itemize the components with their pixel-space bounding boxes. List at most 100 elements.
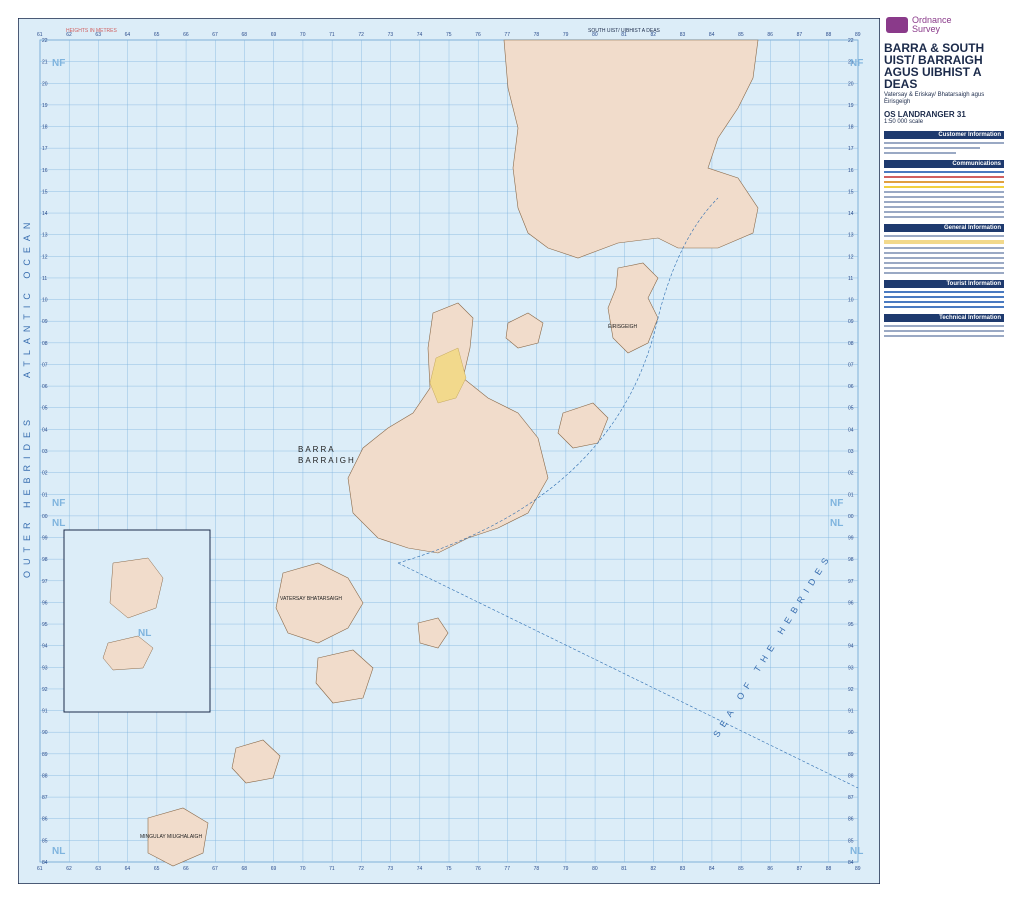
grid-number-northing: 08 (848, 341, 854, 347)
grid-number-northing: 00 (42, 514, 48, 520)
legend-line (884, 201, 1004, 203)
legend-line (884, 147, 980, 149)
zone-nl-bottom-right: NL (850, 846, 863, 857)
grid-number-northing: 12 (848, 254, 854, 260)
grid-number-northing: 02 (42, 471, 48, 477)
legend-line (884, 211, 1004, 213)
grid-number-northing: 18 (848, 125, 854, 131)
grid-number-easting: 89 (855, 32, 861, 38)
inset-zone-label: NL (138, 628, 151, 639)
sheet-series: OS LANDRANGER 31 (884, 110, 966, 119)
grid-number-easting: 68 (242, 866, 248, 872)
legend-line (884, 301, 1004, 303)
grid-number-northing: 93 (42, 665, 48, 671)
grid-number-northing: 89 (848, 752, 854, 758)
grid-number-northing: 11 (848, 276, 853, 282)
legend-line (884, 191, 1004, 193)
zone-nf-left: NF (52, 498, 65, 509)
legend-line (884, 171, 1004, 173)
grid-number-easting: 64 (125, 866, 131, 872)
grid-number-easting: 74 (417, 32, 423, 38)
legend-line (884, 240, 1004, 244)
legend-line (884, 330, 1004, 332)
grid-number-northing: 84 (848, 860, 854, 866)
grid-number-easting: 84 (709, 32, 715, 38)
grid-number-northing: 15 (848, 189, 854, 195)
legend-line (884, 306, 1004, 308)
grid-number-easting: 78 (534, 32, 540, 38)
grid-number-northing: 99 (42, 536, 48, 542)
grid-number-northing: 11 (42, 276, 47, 282)
grid-number-northing: 85 (42, 838, 48, 844)
grid-number-northing: 99 (848, 536, 854, 542)
grid-number-northing: 17 (42, 146, 48, 152)
grid-number-northing: 92 (848, 687, 854, 693)
grid-number-easting: 62 (66, 866, 72, 872)
grid-number-northing: 04 (848, 427, 854, 433)
grid-number-northing: 19 (848, 103, 854, 109)
legend-line (884, 181, 1004, 183)
grid-number-northing: 97 (848, 579, 854, 585)
grid-number-easting: 73 (388, 32, 394, 38)
map-area[interactable]: 61 61 62 62 63 63 64 64 65 65 66 66 67 67 68 68 69 69 70 70… (18, 18, 880, 884)
grid-number-northing: 90 (848, 730, 854, 736)
grid-number-easting: 88 (826, 32, 832, 38)
grid-number-easting: 70 (300, 32, 306, 38)
grid-number-easting: 76 (475, 866, 481, 872)
grid-number-easting: 85 (738, 866, 744, 872)
legend-line (884, 291, 1004, 293)
grid-number-easting: 79 (563, 32, 569, 38)
grid-number-northing: 01 (42, 492, 48, 498)
legend-line (884, 247, 1004, 249)
grid-number-northing: 94 (848, 644, 854, 650)
zone-nf-right: NF (830, 498, 843, 509)
grid-number-northing: 01 (848, 492, 854, 498)
grid-number-northing: 15 (42, 189, 48, 195)
grid-number-northing: 10 (848, 298, 854, 304)
grid-number-northing: 22 (848, 38, 854, 44)
grid-number-northing: 06 (42, 384, 48, 390)
inset-map-frame[interactable] (63, 529, 211, 713)
grid-number-easting: 68 (242, 32, 248, 38)
barraigh-label: BARRAIGH (298, 456, 356, 465)
grid-number-easting: 70 (300, 866, 306, 872)
grid-number-northing: 06 (848, 384, 854, 390)
legend-line (884, 235, 1004, 237)
grid-number-northing: 87 (42, 795, 48, 801)
grid-number-northing: 86 (848, 817, 854, 823)
grid-number-easting: 83 (680, 866, 686, 872)
grid-number-easting: 82 (651, 866, 657, 872)
grid-number-northing: 19 (42, 103, 48, 109)
heights-label: HEIGHTS IN METRES (66, 28, 118, 34)
grid-number-northing: 08 (42, 341, 48, 347)
grid-number-northing: 17 (848, 146, 854, 152)
grid-number-easting: 87 (797, 32, 803, 38)
grid-number-northing: 00 (848, 514, 854, 520)
grid-number-northing: 03 (42, 449, 48, 455)
legend-line (884, 267, 1004, 269)
grid-number-easting: 85 (738, 32, 744, 38)
grid-number-easting: 84 (709, 866, 715, 872)
grid-number-easting: 69 (271, 32, 277, 38)
grid-number-northing: 20 (848, 81, 854, 87)
grid-number-northing: 88 (848, 773, 854, 779)
grid-number-northing: 10 (42, 298, 48, 304)
sheet-ref-label: SOUTH UIST/ UIBHIST A DEAS (588, 28, 661, 34)
grid-number-northing: 96 (42, 600, 48, 606)
logo-line2: Survey (912, 24, 941, 34)
outer-hebrides-label: OUTER HEBRIDES (22, 414, 32, 578)
section-tourist-info: Tourist Information (884, 280, 1004, 288)
map-canvas[interactable]: 6161626263636464656566666767686869697070… (18, 18, 880, 884)
grid-number-northing: 98 (848, 557, 854, 563)
vatersay-label: VATERSAY BHATARSAIGH (280, 596, 342, 602)
legend-line (884, 186, 1004, 188)
legend-line (884, 257, 1004, 259)
grid-number-northing: 94 (42, 644, 48, 650)
legend-line (884, 216, 1004, 218)
legend-line (884, 296, 1004, 298)
zone-nl-bottom-left: NL (52, 846, 65, 857)
legend-line (884, 176, 1004, 178)
grid-number-northing: 97 (42, 579, 48, 585)
grid-number-northing: 03 (848, 449, 854, 455)
sheet-subtitle: Vatersay & Eriskay/ Bhatarsaigh agus Èir… (884, 92, 985, 105)
